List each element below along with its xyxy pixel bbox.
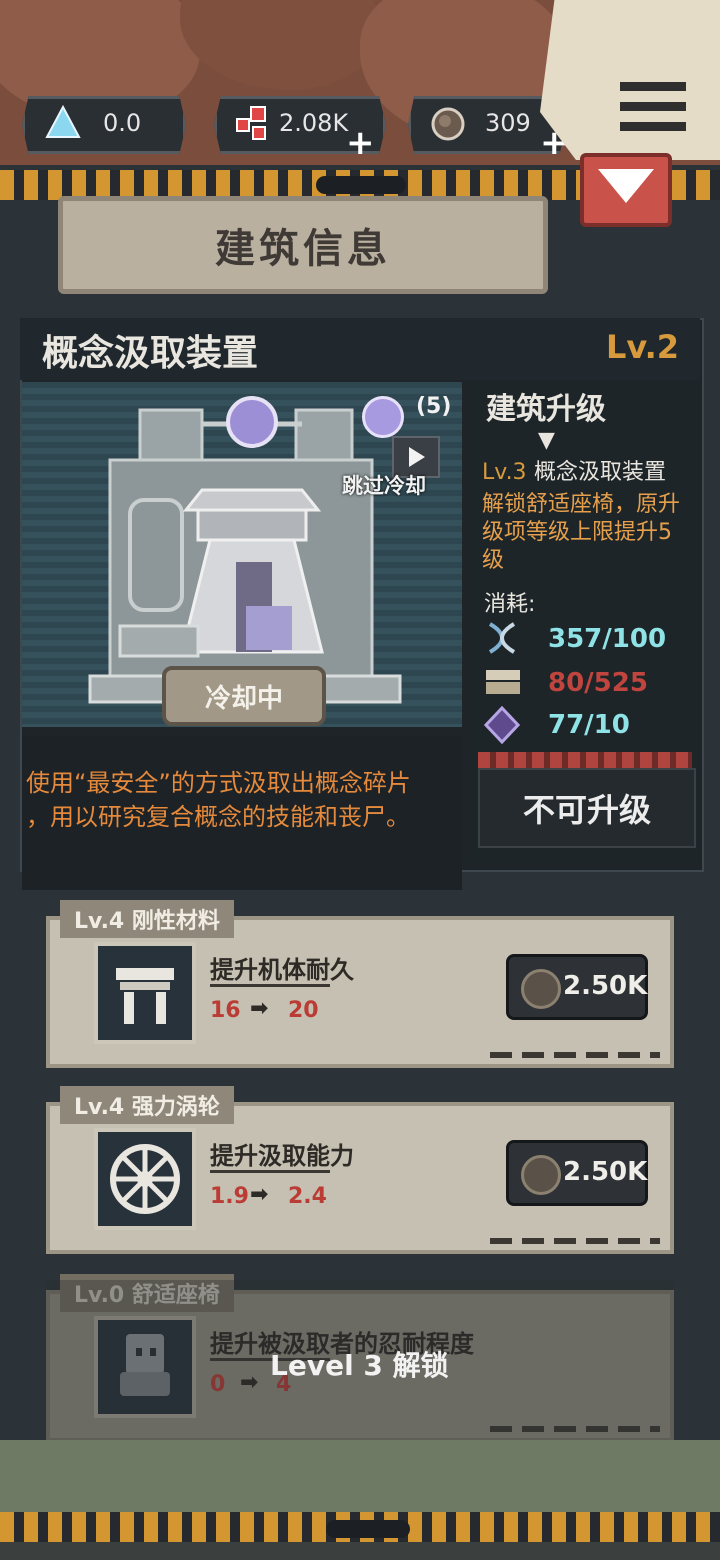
down-arrow-icon: ▼ — [538, 428, 555, 453]
cost-label: 消耗: — [484, 592, 536, 617]
description-line-1: 使用“最安全”的方式汲取出概念碎片 — [26, 769, 411, 797]
item-tag: Lv.4 强力涡轮 — [60, 1086, 234, 1124]
item-from-value: 16 — [210, 998, 241, 1023]
cost-cloth: 80/525 — [548, 668, 648, 698]
red-cubes-icon — [236, 106, 266, 140]
upgrade-item-rigid-material: 提升机体耐久 16 ➡ 20 2.50K — [46, 916, 674, 1068]
arrow-right-icon: ➡ — [250, 1182, 269, 1207]
ore-coin-icon — [521, 969, 561, 1009]
gems-value: 0.0 — [103, 109, 142, 137]
upgrade-button-disabled[interactable]: 不可升级 — [478, 768, 696, 848]
unlock-line-1: 解锁舒适座椅，原升 — [482, 492, 681, 517]
item-to-value: 2.4 — [288, 1184, 327, 1209]
upgrade-title: 建筑升级 — [486, 392, 606, 427]
table-icon — [94, 942, 196, 1044]
price-label: 2.50K — [563, 971, 648, 1001]
building-level: Lv.2 — [606, 328, 680, 366]
skip-cooldown-label[interactable]: 跳过冷却 — [342, 470, 426, 500]
skip-count: (5) — [416, 394, 452, 419]
description-line-2: ，用以研究复合概念的技能和丧尸。 — [26, 803, 410, 831]
background-grass — [0, 1440, 720, 1520]
unlock-line-3: 级 — [482, 548, 505, 573]
unlock-requirement: Level 3 解锁 — [270, 1349, 449, 1382]
building-name: 概念汲取装置 — [42, 333, 259, 374]
building-description: 使用“最安全”的方式汲取出概念碎片 ，用以研究复合概念的技能和丧尸。 — [22, 736, 462, 890]
next-building-name: 概念汲取装置 — [534, 460, 667, 485]
purple-crystal-icon — [484, 706, 520, 744]
triangle-gem-icon — [45, 105, 81, 138]
arrow-right-icon: ➡ — [250, 996, 269, 1021]
ore-coin-icon — [521, 1155, 561, 1195]
resource-gems[interactable]: 0.0 — [22, 96, 186, 154]
sparkle-orb-icon — [362, 396, 404, 438]
item-from-value: 1.9 — [210, 1184, 249, 1209]
item-name: 提升汲取能力 — [210, 1142, 354, 1170]
collapse-button[interactable] — [580, 153, 672, 227]
cooldown-badge: 冷却中 — [162, 666, 326, 726]
drag-handle[interactable] — [316, 176, 406, 194]
item-name: 提升机体耐久 — [210, 956, 354, 984]
bottom-handle[interactable] — [326, 1520, 410, 1538]
dna-icon — [488, 622, 516, 654]
unlock-line-2: 级项等级上限提升5 — [482, 520, 672, 545]
ore-coin-icon — [431, 107, 465, 141]
play-icon — [409, 447, 425, 467]
cost-dna: 357/100 — [548, 624, 667, 654]
price-label: 2.50K — [563, 1157, 648, 1187]
item-to-value: 20 — [288, 998, 319, 1023]
next-level: Lv.3 — [482, 460, 527, 485]
menu-button[interactable] — [540, 0, 720, 160]
item-tag: Lv.4 刚性材料 — [60, 900, 234, 938]
cost-crystal: 77/10 — [548, 710, 630, 740]
add-cubes-button[interactable]: + — [346, 126, 375, 160]
chevron-down-icon — [598, 169, 654, 203]
cloth-bundle-icon — [486, 670, 520, 694]
turbine-icon — [94, 1128, 196, 1230]
cubes-value: 2.08K — [279, 109, 349, 137]
buy-button[interactable]: 2.50K — [506, 1140, 648, 1206]
hamburger-menu-icon — [620, 82, 686, 91]
upgrade-item-turbine: 提升汲取能力 1.9 ➡ 2.4 2.50K — [46, 1102, 674, 1254]
page-title: 建筑信息 — [58, 196, 548, 294]
buy-button[interactable]: 2.50K — [506, 954, 648, 1020]
ore-value: 309 — [485, 109, 531, 137]
